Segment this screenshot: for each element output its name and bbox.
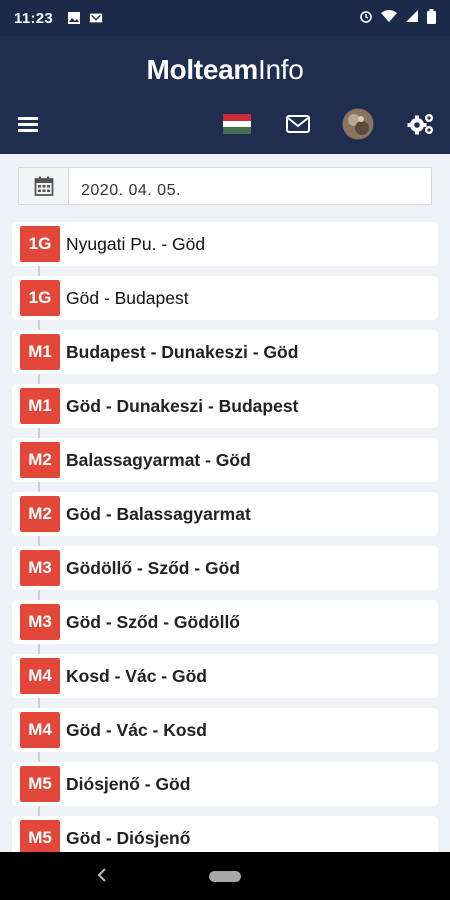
route-item[interactable]: M2 Balassagyarmat - Göd (12, 438, 438, 482)
route-name: Göd - Diósjenő (66, 827, 191, 848)
route-item[interactable]: M2 Göd - Balassagyarmat (12, 492, 438, 536)
gears-icon[interactable] (406, 110, 436, 138)
back-chevron-icon[interactable] (96, 866, 108, 889)
battery-icon (427, 8, 436, 28)
route-name: Göd - Balassagyarmat (66, 503, 251, 524)
image-notification-icon (67, 11, 81, 25)
app-notification-icon (89, 11, 103, 25)
app-logo: MolteamInfo (146, 54, 304, 85)
route-name: Göd - Dunakeszi - Budapest (66, 395, 299, 416)
route-name: Diósjenő - Göd (66, 773, 191, 794)
route-badge: M4 (20, 712, 60, 748)
app-header: MolteamInfo (0, 36, 450, 154)
status-time: 11:23 (14, 9, 54, 27)
route-badge: M5 (20, 820, 60, 856)
route-name: Göd - Budapest (66, 287, 189, 308)
route-badge: M3 (20, 604, 60, 640)
alarm-icon (359, 9, 373, 27)
route-badge: M2 (20, 496, 60, 532)
route-badge: 1G (20, 226, 60, 262)
calendar-icon[interactable] (19, 168, 69, 204)
route-badge: M1 (20, 388, 60, 424)
route-badge: M2 (20, 442, 60, 478)
route-name: Nyugati Pu. - Göd (66, 233, 206, 254)
home-pill-button[interactable] (209, 871, 241, 882)
signal-icon (405, 9, 419, 27)
route-name: Kosd - Vác - Göd (66, 665, 207, 686)
date-field[interactable]: 2020. 04. 05. (69, 168, 431, 204)
route-list: 1G Nyugati Pu. - Göd 1G Göd - Budapest M… (12, 222, 438, 870)
route-item[interactable]: M4 Göd - Vác - Kosd (12, 708, 438, 752)
status-bar: 11:23 (0, 0, 450, 36)
route-badge: M3 (20, 550, 60, 586)
date-picker[interactable]: 2020. 04. 05. (18, 167, 432, 205)
route-name: Gödöllő - Sződ - Göd (66, 557, 240, 578)
route-item[interactable]: 1G Nyugati Pu. - Göd (12, 222, 438, 266)
route-item[interactable]: M3 Göd - Sződ - Gödöllő (12, 600, 438, 644)
route-badge: M1 (20, 334, 60, 370)
route-name: Budapest - Dunakeszi - Göd (66, 341, 299, 362)
route-item[interactable]: 1G Göd - Budapest (12, 276, 438, 320)
avatar[interactable] (342, 108, 374, 140)
route-badge: 1G (20, 280, 60, 316)
route-item[interactable]: M4 Kosd - Vác - Göd (12, 654, 438, 698)
route-name: Göd - Vác - Kosd (66, 719, 207, 740)
route-item[interactable]: M1 Göd - Dunakeszi - Budapest (12, 384, 438, 428)
route-name: Göd - Sződ - Gödöllő (66, 611, 240, 632)
route-item[interactable]: M1 Budapest - Dunakeszi - Göd (12, 330, 438, 374)
route-item[interactable]: M3 Gödöllő - Sződ - Göd (12, 546, 438, 590)
route-badge: M4 (20, 658, 60, 694)
status-icons (359, 8, 436, 28)
hungarian-flag-icon[interactable] (222, 110, 252, 138)
hamburger-menu-icon[interactable] (16, 110, 40, 138)
route-item[interactable]: M5 Diósjenő - Göd (12, 762, 438, 806)
system-nav-bar (0, 852, 450, 900)
wifi-icon (381, 9, 397, 27)
mail-icon[interactable] (285, 110, 311, 138)
route-name: Balassagyarmat - Göd (66, 449, 251, 470)
route-badge: M5 (20, 766, 60, 802)
